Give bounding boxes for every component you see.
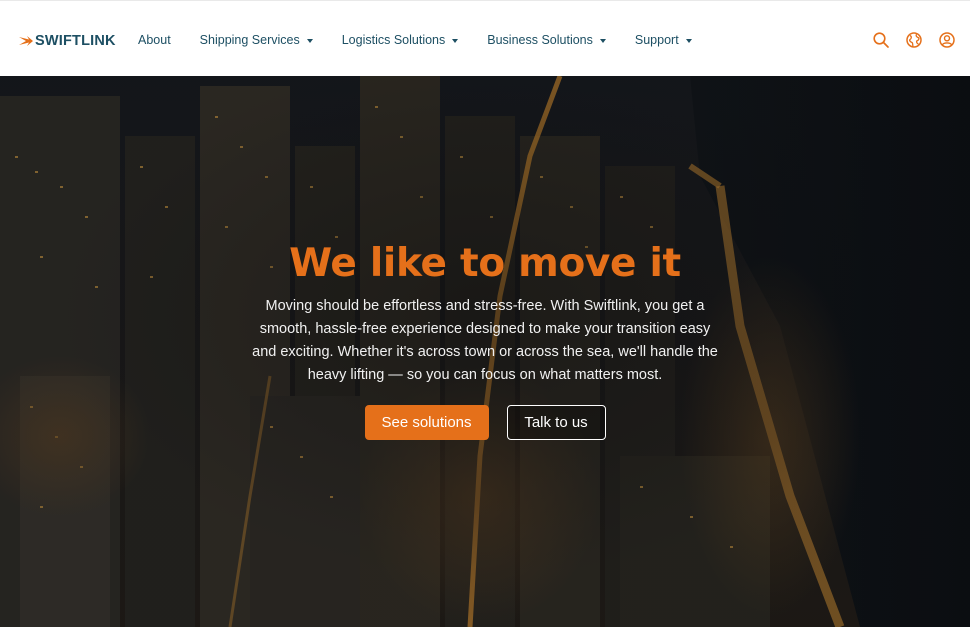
main-nav: About Shipping Services Logistics Soluti… — [138, 31, 692, 49]
talk-to-us-button[interactable]: Talk to us — [506, 405, 606, 440]
hero-title: We like to move it — [289, 241, 681, 286]
nav-item-label: Shipping Services — [199, 33, 300, 47]
user-icon[interactable] — [938, 31, 956, 49]
logo[interactable]: SWIFTLINK — [18, 31, 116, 51]
see-solutions-button[interactable]: See solutions — [364, 405, 489, 440]
hero-section: We like to move it Moving should be effo… — [0, 76, 970, 627]
hero-button-group: See solutions Talk to us — [235, 405, 735, 440]
nav-item-logistics-solutions[interactable]: Logistics Solutions — [342, 33, 459, 47]
nav-item-about[interactable]: About — [138, 33, 171, 47]
globe-icon[interactable] — [905, 31, 923, 49]
hero-content: We like to move it Moving should be effo… — [235, 238, 735, 440]
search-icon[interactable] — [872, 31, 890, 49]
nav-item-label: Business Solutions — [487, 33, 593, 47]
hero-description: Moving should be effortless and stress-f… — [252, 298, 718, 383]
swoosh-arrow-icon — [19, 36, 33, 46]
nav-item-shipping-services[interactable]: Shipping Services — [200, 33, 313, 47]
site-header: SWIFTLINK About Shipping Services Logist… — [0, 0, 970, 76]
caret-down-icon — [452, 38, 459, 43]
nav-item-label: Logistics Solutions — [341, 33, 446, 47]
nav-item-business-solutions[interactable]: Business Solutions — [487, 33, 606, 47]
logo-text: SWIFTLINK — [35, 33, 116, 49]
nav-item-label: About — [138, 33, 171, 47]
header-icon-group — [872, 31, 956, 49]
caret-down-icon — [306, 38, 313, 43]
caret-down-icon — [599, 38, 606, 43]
caret-down-icon — [685, 38, 692, 43]
nav-item-label: Support — [634, 33, 679, 47]
nav-item-support[interactable]: Support — [635, 33, 692, 47]
